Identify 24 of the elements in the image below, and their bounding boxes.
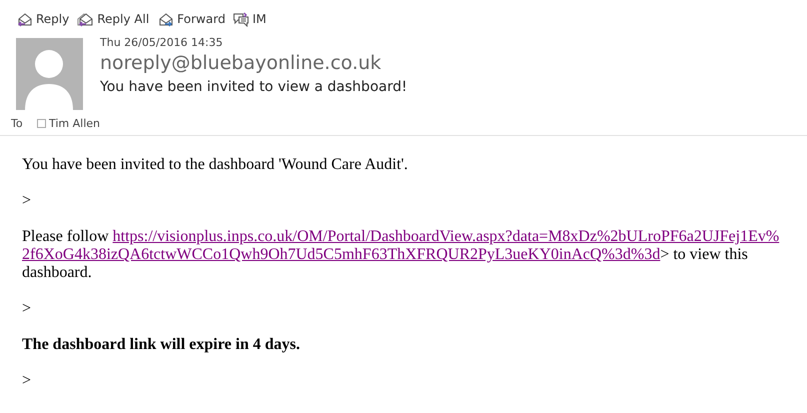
sender-address: noreply@bluebayonline.co.uk (100, 52, 382, 74)
quote-marker: > (22, 192, 32, 210)
quote-marker: > (22, 372, 32, 390)
recipient-name[interactable]: Tim Allen (49, 116, 100, 130)
sent-date: Thu 26/05/2016 14:35 (100, 36, 224, 49)
forward-button[interactable]: Forward (155, 12, 228, 26)
quote-marker: > (22, 300, 32, 318)
to-label: To (11, 116, 24, 130)
envelope-arrow-icon (157, 12, 174, 26)
reply-all-button[interactable]: Reply All (75, 12, 152, 26)
dashboard-link[interactable]: https://visionplus.inps.co.uk/OM/Portal/DashboardView.aspx?data=M8xDz%2bULroPF6a2UJFej1Ev% (112, 228, 780, 245)
expiry-notice: The dashboard link will expire in 4 days. (22, 336, 301, 354)
dashboard-link[interactable]: 2f6XoG4k38izQA6tctwWCCo1Qwh9Oh7Ud5C5mhF63ThXFRQUR2PyL3ueKY0inAcQ%3d%3d (22, 246, 660, 263)
im-button[interactable]: IM (231, 12, 268, 26)
recipient-checkbox[interactable] (37, 118, 46, 128)
follow-text: > to view this (660, 246, 748, 263)
envelope-arrow-icon (16, 12, 33, 26)
email-subject: You have been invited to view a dashboard! (100, 79, 408, 95)
follow-text: Please follow (22, 228, 110, 245)
intro-paragraph: You have been invited to the dashboard 'Wound Care Audit'. (22, 156, 409, 174)
chat-icon (233, 12, 250, 26)
follow-text: dashboard. (22, 264, 92, 281)
reply-button[interactable]: Reply (14, 12, 72, 26)
envelope-arrow-icon (77, 12, 94, 26)
